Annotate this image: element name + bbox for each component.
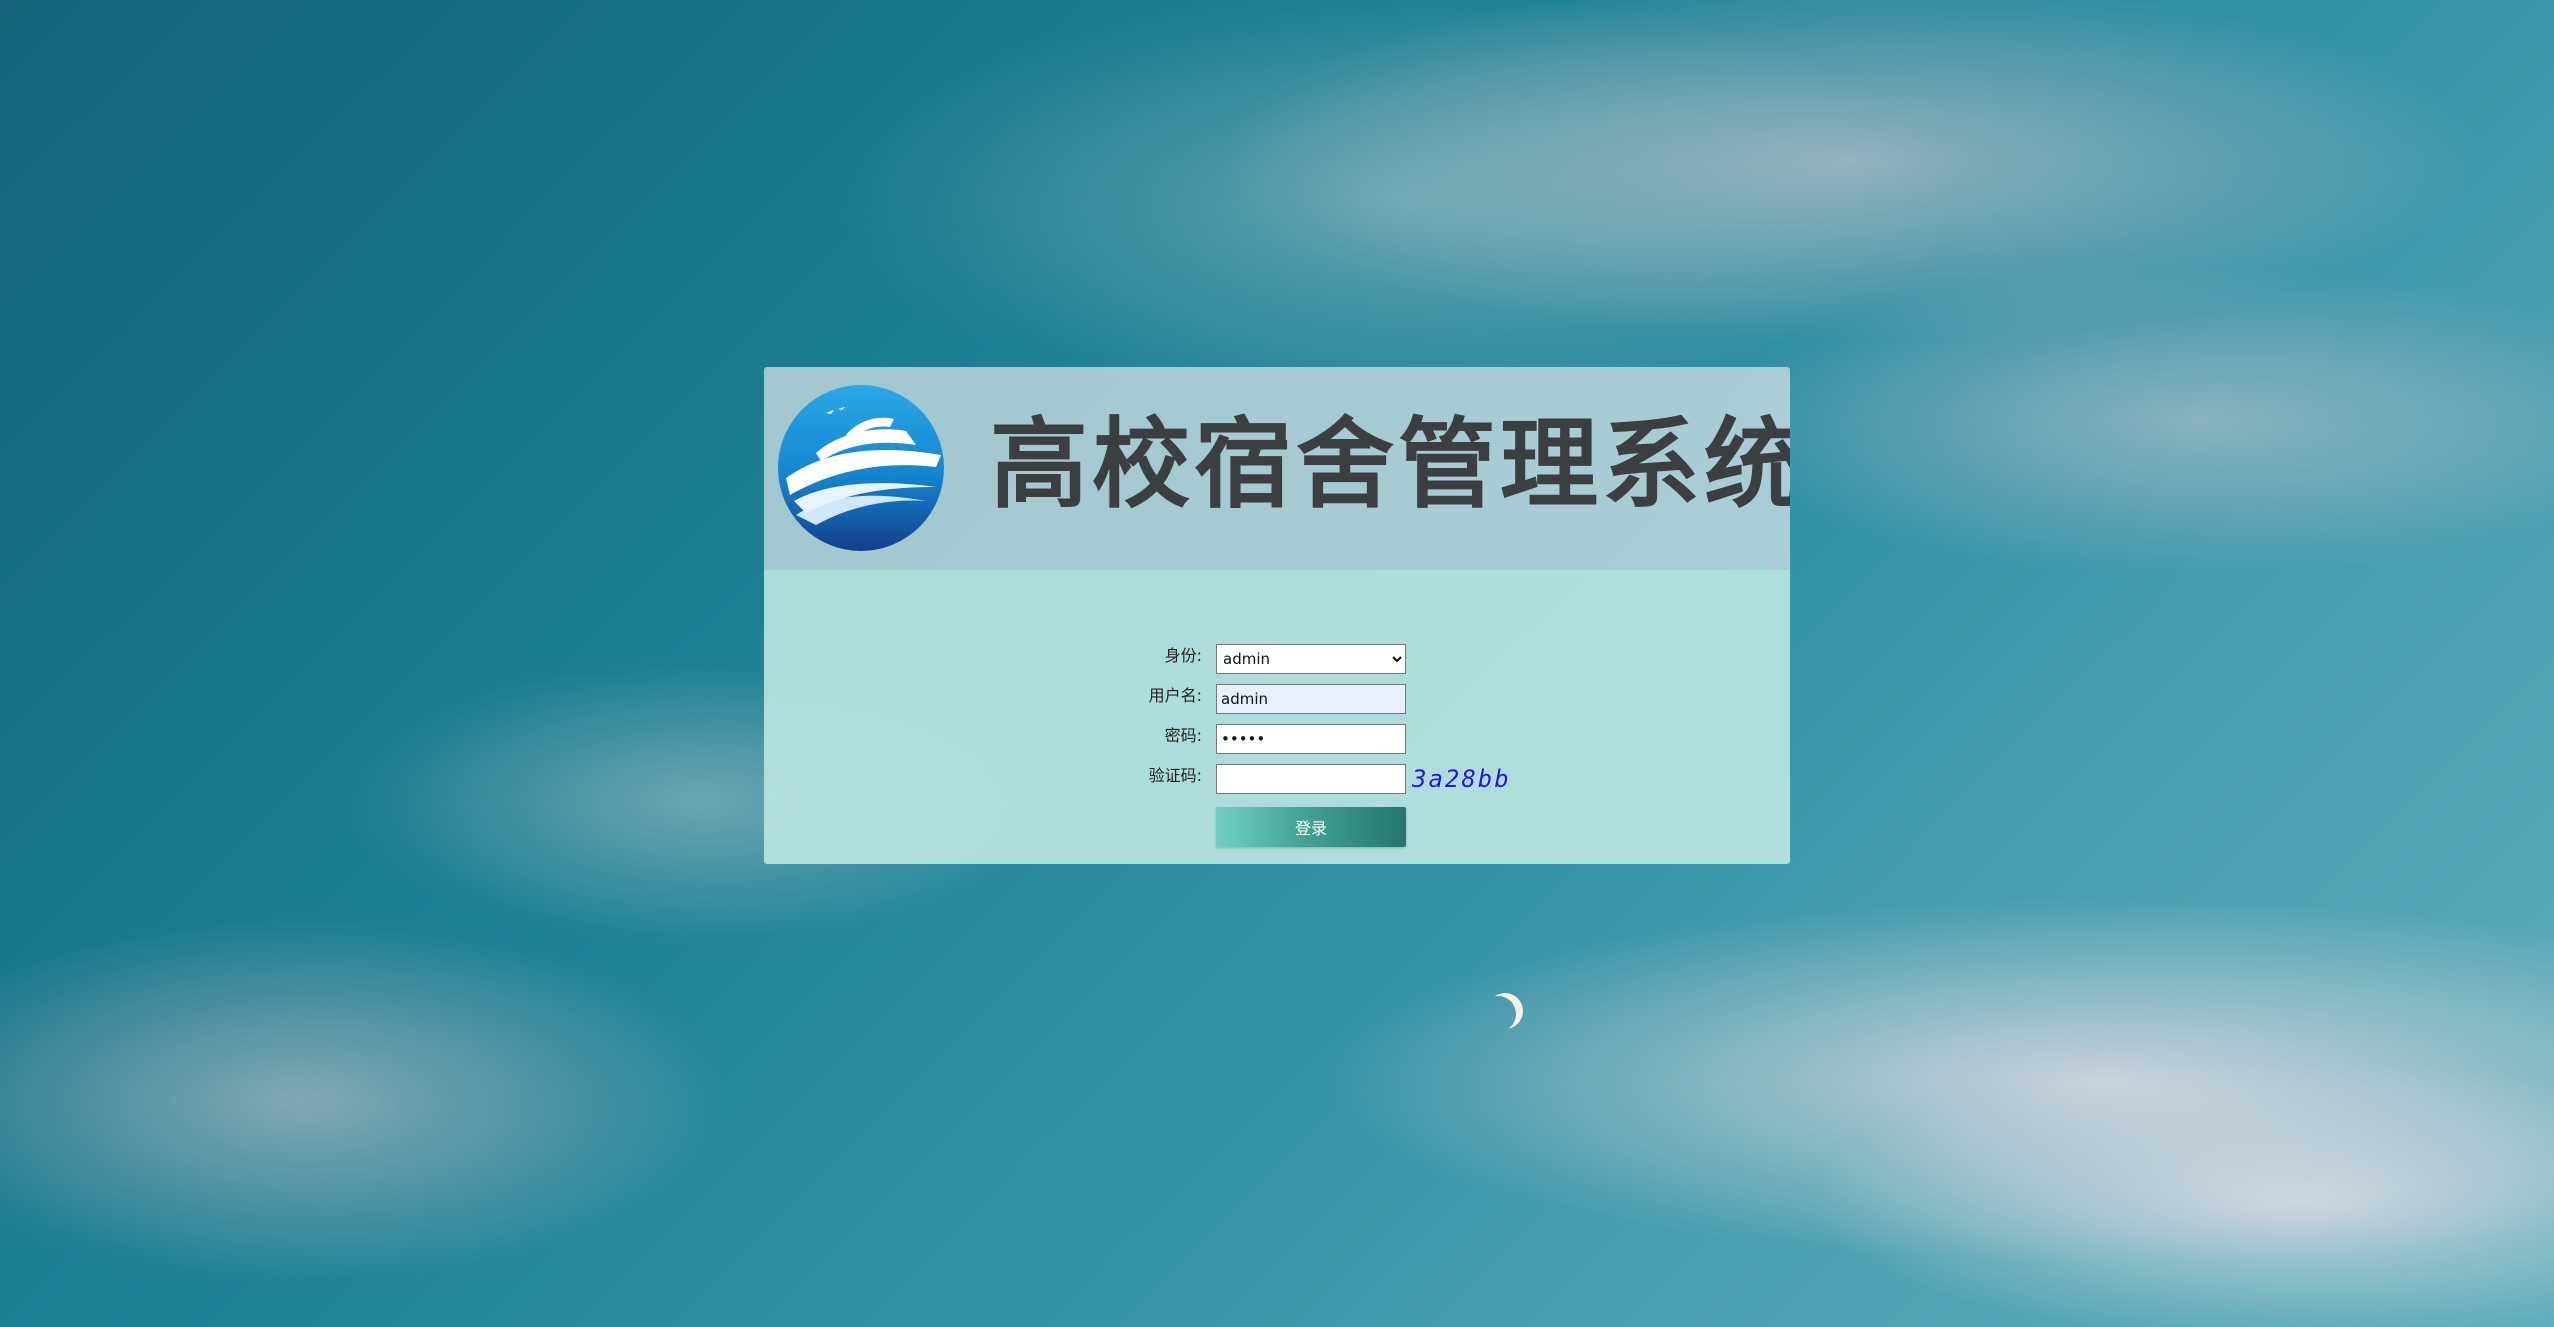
login-form: 身份: admin 用户名: 密码: 验证码: 3a28bb 登录 (764, 570, 1790, 864)
username-label: 用户名: (1148, 686, 1202, 705)
password-label: 密码: (1164, 726, 1202, 745)
captcha-input[interactable] (1216, 764, 1406, 794)
identity-row: 身份: admin (764, 644, 1790, 676)
system-title: 高校宿舍管理系统 (990, 408, 1790, 522)
login-button[interactable]: 登录 (1216, 807, 1406, 847)
captcha-image[interactable]: 3a28bb (1412, 764, 1511, 794)
captcha-label: 验证码: (1148, 766, 1202, 785)
captcha-row: 验证码: 3a28bb (764, 764, 1790, 796)
identity-label: 身份: (1164, 646, 1202, 665)
login-header: 高校宿舍管理系统 (764, 367, 1790, 570)
username-input[interactable] (1216, 684, 1406, 714)
password-input[interactable] (1216, 724, 1406, 754)
ship-wave-logo-icon (778, 385, 944, 551)
username-row: 用户名: (764, 684, 1790, 716)
identity-select[interactable]: admin (1216, 644, 1406, 674)
moon-icon (1480, 996, 1516, 1032)
login-panel: 高校宿舍管理系统 身份: admin 用户名: 密码: 验证码: 3a28bb … (764, 367, 1790, 864)
password-row: 密码: (764, 724, 1790, 756)
